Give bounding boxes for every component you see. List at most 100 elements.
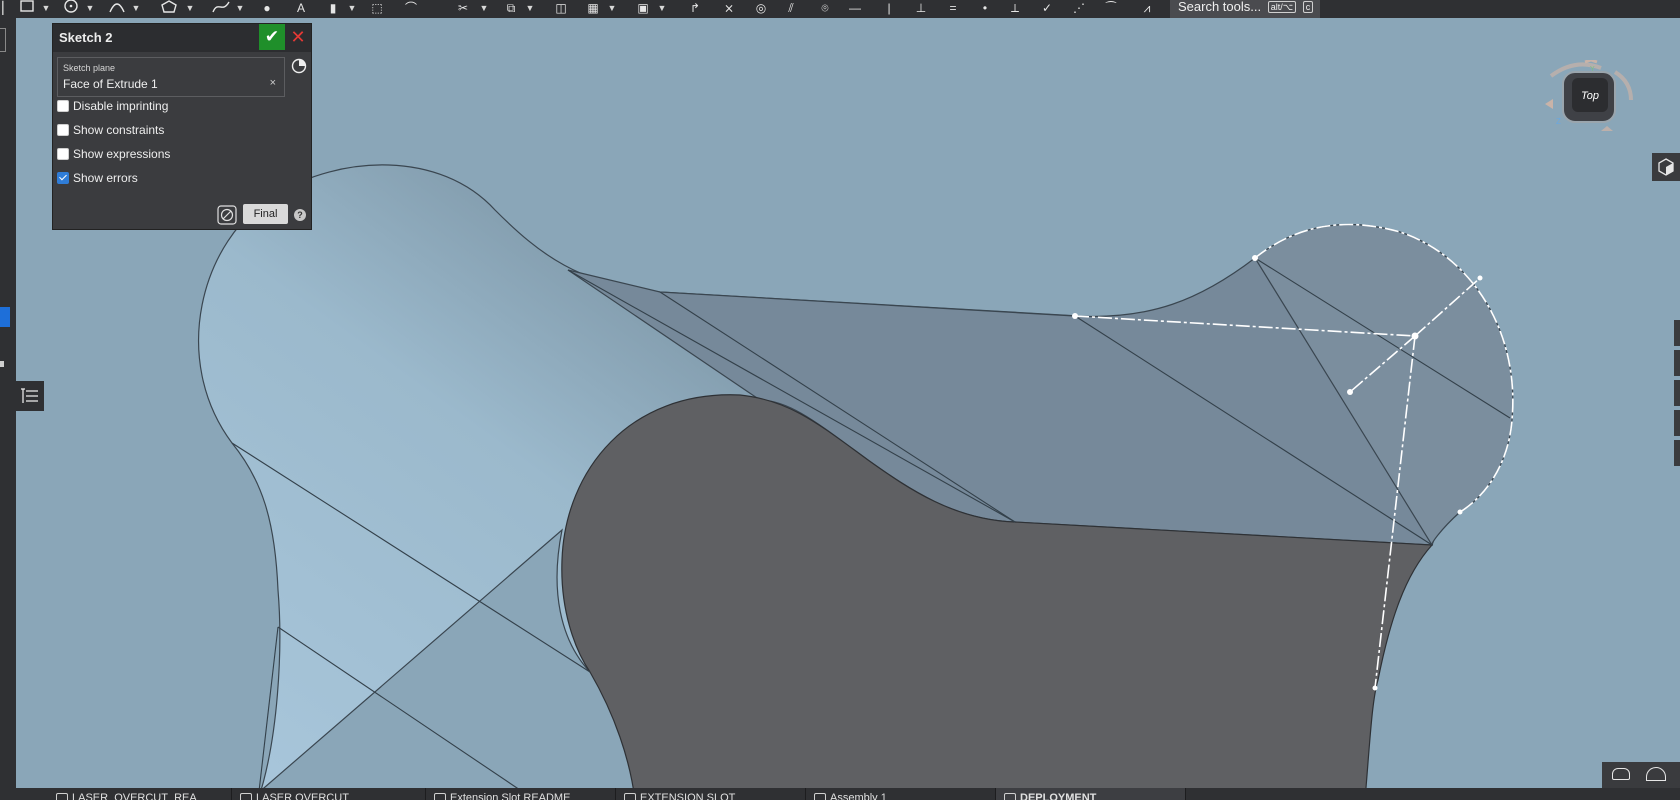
search-tools-input[interactable]: Search tools... alt/⌥ c (1170, 0, 1320, 18)
history-clock-icon[interactable] (291, 58, 307, 74)
option-label: Show constraints (73, 123, 165, 137)
right-panel-tab[interactable] (1674, 410, 1680, 436)
construction-icon[interactable]: ⬚ (366, 0, 388, 18)
polygon-icon[interactable] (158, 0, 180, 18)
rectangle-icon[interactable] (16, 0, 38, 18)
checkbox-show-errors[interactable] (57, 171, 69, 184)
final-button[interactable]: Final (243, 204, 288, 224)
chevron-down-icon[interactable]: ▼ (478, 0, 490, 18)
measure-icon[interactable] (1612, 768, 1630, 780)
document-icon (434, 793, 446, 800)
tangent-icon[interactable]: ⌾ (814, 0, 836, 18)
option-show-errors[interactable]: Show errors (57, 169, 138, 187)
view-cube[interactable]: Top Y Z (1545, 58, 1635, 135)
chevron-down-icon[interactable]: ▼ (524, 0, 536, 18)
rail-dot (0, 361, 4, 367)
vertical-icon[interactable]: | (878, 0, 900, 18)
chevron-down-icon[interactable]: ▼ (606, 0, 618, 18)
document-icon (56, 793, 68, 800)
chevron-down-icon[interactable]: ▼ (656, 0, 668, 18)
tab-extension-slot[interactable]: EXTENSION SLOT (616, 788, 806, 800)
sketch-dialog-header: Sketch 2 ✔ ✕ (53, 24, 311, 52)
dxf-import-icon[interactable]: ▣ (632, 0, 654, 18)
checkbox-disable-imprinting[interactable] (57, 99, 69, 112)
axis-y-label: Y (1590, 66, 1595, 73)
tab-extension-slot-readme[interactable]: Extension Slot README (426, 788, 616, 800)
tab-label: DEPLOYMENT (1020, 792, 1097, 800)
list-tree-icon (21, 388, 38, 403)
right-panel-tab[interactable] (1674, 440, 1680, 466)
accept-button[interactable]: ✔ (259, 24, 285, 50)
arc-icon[interactable] (106, 0, 128, 18)
sketch-toolbar: ▏ ▼ ▼ ▼ ▼ ▼ ● A ▮ ▼ ⬚ ⌒ ✂ ▼ ⧉ ▼ ◫ ▦ ▼ ▣ … (0, 0, 1680, 18)
option-show-expressions[interactable]: Show expressions (57, 145, 170, 163)
normal-icon[interactable]: ⟂ (1004, 0, 1026, 18)
offset-icon[interactable]: ⧉ (500, 0, 522, 18)
concentric-icon[interactable]: ◎ (750, 0, 772, 18)
tab-deployment[interactable]: DEPLOYMENT (996, 788, 1186, 800)
rail-active-marker[interactable] (0, 307, 10, 327)
option-show-constraints[interactable]: Show constraints (57, 121, 164, 139)
checkmark-icon: ✔ (264, 27, 280, 46)
coincident-icon[interactable]: ⨯ (718, 0, 740, 18)
chevron-down-icon[interactable]: ▼ (346, 0, 358, 18)
sketch-image-icon[interactable]: ▮ (322, 0, 344, 18)
symmetric-icon[interactable]: ⩘ (1136, 0, 1158, 18)
option-disable-imprinting[interactable]: Disable imprinting (57, 97, 168, 115)
checkbox-show-expressions[interactable] (57, 147, 69, 160)
help-icon[interactable]: ? (294, 209, 306, 221)
right-panel-tab[interactable] (1674, 320, 1680, 346)
option-label: Show expressions (73, 147, 171, 161)
rotate-left-arrow[interactable] (1545, 99, 1553, 109)
checkbox-show-constraints[interactable] (57, 123, 69, 136)
fillet-icon[interactable]: ⌒ (400, 0, 422, 18)
clear-selection-button[interactable]: × (270, 77, 276, 89)
point-icon[interactable]: ● (258, 0, 276, 18)
rollback-icon[interactable] (217, 205, 237, 225)
spline-icon[interactable] (210, 0, 232, 18)
chevron-down-icon[interactable]: ▼ (84, 0, 96, 18)
view-options-button[interactable] (1652, 153, 1680, 181)
sketch-plane-label: Sketch plane (63, 63, 116, 73)
pattern-icon[interactable]: ▦ (582, 0, 604, 18)
view-cube-top-label: Top (1581, 90, 1599, 102)
perpendicular-icon[interactable]: ⊥ (910, 0, 932, 18)
part-studio-icon (240, 793, 252, 800)
axis-z-label: Z (1556, 117, 1561, 126)
use-icon[interactable]: ↱ (684, 0, 706, 18)
right-panel-tab[interactable] (1674, 380, 1680, 406)
pierce-icon[interactable]: ✓ (1036, 0, 1058, 18)
option-label: Show errors (73, 171, 138, 185)
cancel-button[interactable]: ✕ (287, 24, 309, 50)
left-panel-rail (0, 18, 16, 788)
horizontal-icon[interactable]: — (844, 0, 866, 18)
text-icon[interactable]: A (290, 0, 312, 18)
shortcut-mod-key: alt/⌥ (1267, 1, 1297, 13)
chevron-down-icon[interactable]: ▼ (40, 0, 52, 18)
curvature-icon[interactable]: ⁀ (1100, 0, 1122, 18)
mirror-icon[interactable]: ◫ (550, 0, 572, 18)
rail-handle[interactable] (0, 28, 6, 52)
tab-laser-overcut-readme[interactable]: LASER_OVERCUT_REA (48, 788, 232, 800)
parallel-icon[interactable]: ⫽ (780, 0, 802, 18)
tab-laser-overcut[interactable]: LASER OVERCUT (232, 788, 426, 800)
bottom-right-tools (1602, 762, 1680, 788)
chevron-down-icon[interactable]: ▼ (184, 0, 196, 18)
chevron-down-icon[interactable]: ▼ (234, 0, 246, 18)
circle-icon[interactable] (60, 0, 82, 18)
tab-label: LASER OVERCUT (256, 792, 349, 800)
rotate-up-arrow[interactable] (1584, 58, 1598, 64)
right-panel-tab[interactable] (1674, 350, 1680, 376)
overflow-icon[interactable]: ▏ (2, 0, 12, 18)
equal-icon[interactable]: = (942, 0, 964, 18)
feature-tree-toggle[interactable] (16, 381, 44, 411)
midpoint-icon[interactable]: • (974, 0, 996, 18)
tab-assembly-1[interactable]: Assembly 1 (806, 788, 996, 800)
tab-label: Assembly 1 (830, 792, 887, 800)
assembly-icon (814, 793, 826, 800)
fix-icon[interactable]: ⋰ (1068, 0, 1090, 18)
mass-properties-icon[interactable] (1646, 767, 1666, 781)
chevron-down-icon[interactable]: ▼ (130, 0, 142, 18)
trim-icon[interactable]: ✂ (452, 0, 474, 18)
sketch-plane-field[interactable]: Sketch plane Face of Extrude 1 × (57, 57, 285, 97)
